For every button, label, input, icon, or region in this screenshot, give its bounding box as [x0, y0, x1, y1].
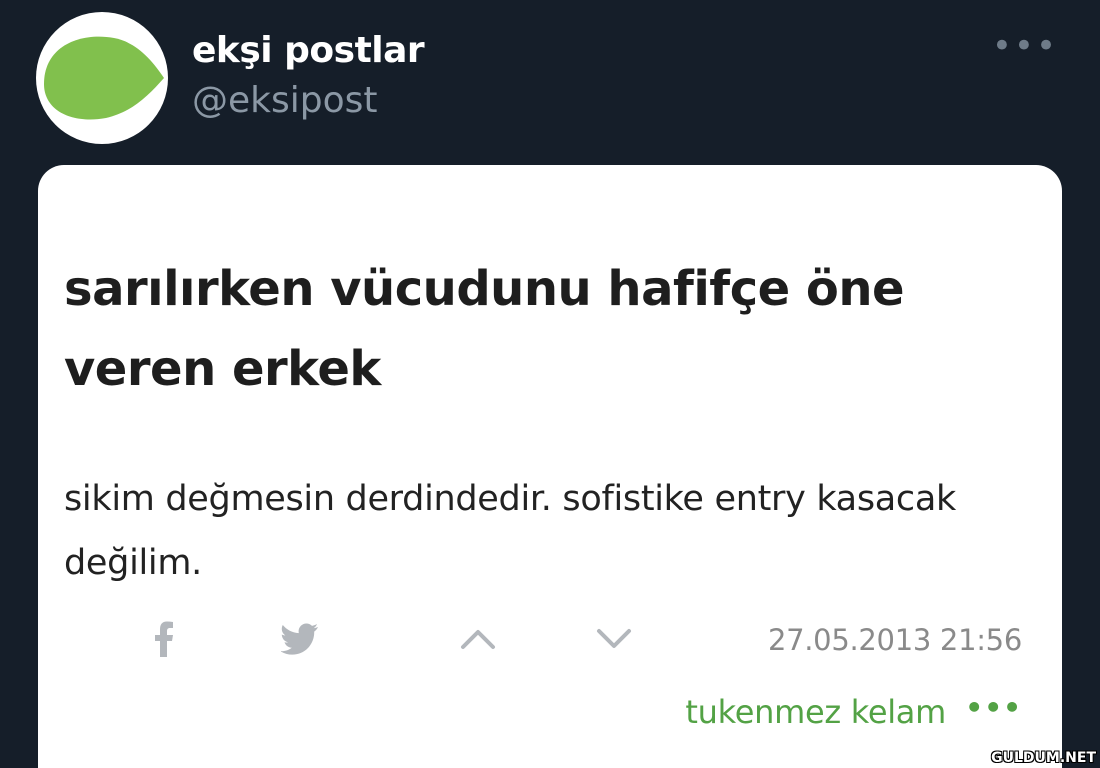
watermark: GULDUM.NET [991, 750, 1096, 766]
entry-more-icon[interactable]: ••• [965, 693, 1022, 723]
upvote-chevron-icon[interactable] [456, 617, 500, 661]
facebook-share-icon[interactable] [142, 617, 186, 661]
screenshot: ekşi postlar @eksipost ••• sarılırken vü… [0, 0, 1100, 768]
entry-timestamp[interactable]: 27.05.2013 21:56 [768, 623, 1022, 657]
entry-title: sarılırken vücudunu hafifçe öne veren er… [64, 261, 905, 397]
eksi-logo-icon [44, 36, 164, 120]
avatar[interactable] [36, 12, 168, 144]
more-options-icon[interactable]: ••• [992, 29, 1058, 63]
display-name[interactable]: ekşi postlar [192, 30, 425, 71]
entry-body: sikim değmesin derdindedir. sofistike en… [64, 479, 956, 583]
entry-card: sarılırken vücudunu hafifçe öne veren er… [38, 165, 1062, 768]
entry-author[interactable]: tukenmez kelam [685, 693, 946, 731]
downvote-chevron-icon[interactable] [592, 617, 636, 661]
twitter-share-icon[interactable] [278, 617, 322, 661]
user-handle[interactable]: @eksipost [192, 80, 378, 121]
